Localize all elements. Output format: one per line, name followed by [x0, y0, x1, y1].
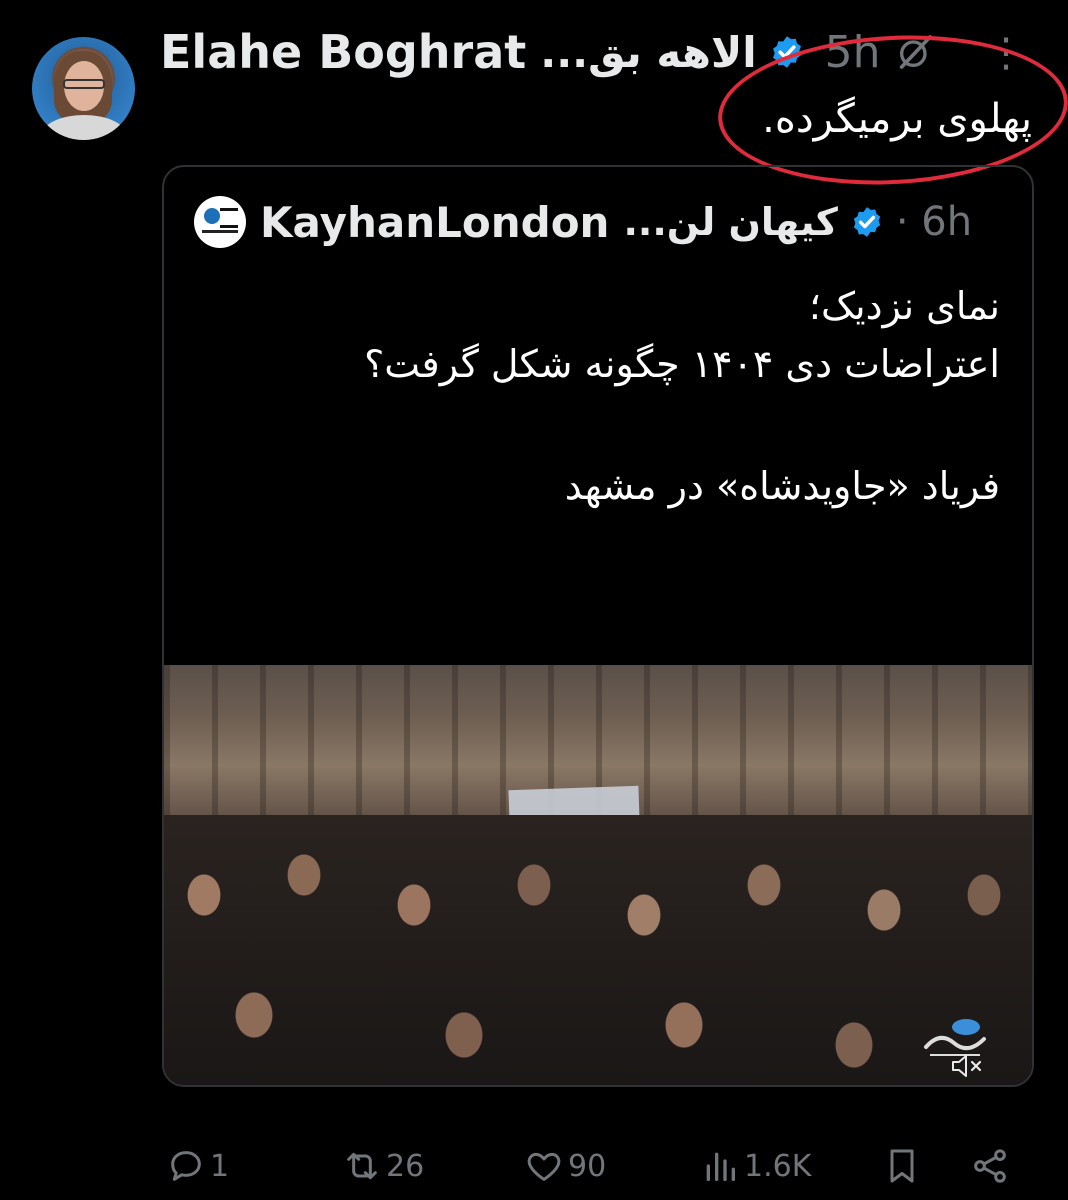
- repost-button[interactable]: 26: [342, 1138, 424, 1194]
- quoted-tweet-time[interactable]: · 6h: [896, 199, 972, 245]
- mute-icon[interactable]: [950, 1053, 984, 1079]
- views-icon: [706, 1152, 735, 1181]
- video-player[interactable]: [164, 665, 1032, 1085]
- author-name[interactable]: Elahe Boghrat: [160, 25, 526, 79]
- repost-icon: [347, 1152, 377, 1180]
- logo-mark: [220, 208, 238, 228]
- action-bar: 1 26 90 1.6K: [160, 1138, 1020, 1194]
- repost-count: 26: [386, 1148, 425, 1184]
- verified-badge-icon: [853, 207, 881, 237]
- quoted-author-name-fa[interactable]: کیهان لن...: [623, 200, 837, 244]
- reply-icon: [171, 1151, 201, 1181]
- reply-count: 1: [210, 1148, 230, 1184]
- views-count: 1.6K: [744, 1148, 812, 1184]
- bookmark-button[interactable]: [882, 1138, 922, 1194]
- quoted-line-2: اعتراضات دی ۱۴۰۴ چگونه شکل گرفت؟: [364, 342, 1000, 386]
- quoted-tweet[interactable]: KayhanLondon کیهان لن... · 6h نمای نزدیک…: [162, 165, 1034, 1087]
- reply-button[interactable]: 1: [166, 1138, 229, 1194]
- quoted-author-avatar[interactable]: [194, 196, 246, 248]
- avatar-glasses: [63, 79, 105, 89]
- share-button[interactable]: [970, 1138, 1010, 1194]
- quoted-tweet-header: KayhanLondon کیهان لن... · 6h: [194, 195, 972, 249]
- like-count: 90: [568, 1148, 607, 1184]
- like-icon: [527, 1152, 561, 1181]
- quoted-line-3: فریاد «جاویدشاه» در مشهد: [564, 464, 1000, 508]
- like-button[interactable]: 90: [524, 1138, 606, 1194]
- bookmark-icon: [890, 1149, 914, 1183]
- quoted-tweet-text: نمای نزدیک؛ اعتراضات دی ۱۴۰۴ چگونه شکل گ…: [200, 277, 1000, 515]
- logo-subline: [202, 230, 238, 233]
- author-name-fa[interactable]: الاهه بق...: [540, 28, 756, 77]
- views-button[interactable]: 1.6K: [700, 1138, 811, 1194]
- logo-globe: [204, 208, 220, 224]
- author-avatar[interactable]: [32, 37, 135, 140]
- share-icon: [974, 1149, 1006, 1183]
- avatar-shoulders: [42, 115, 126, 140]
- quoted-line-1: نمای نزدیک؛: [808, 284, 1000, 328]
- quoted-author-name[interactable]: KayhanLondon: [260, 198, 609, 247]
- video-crowd: [164, 815, 1032, 1085]
